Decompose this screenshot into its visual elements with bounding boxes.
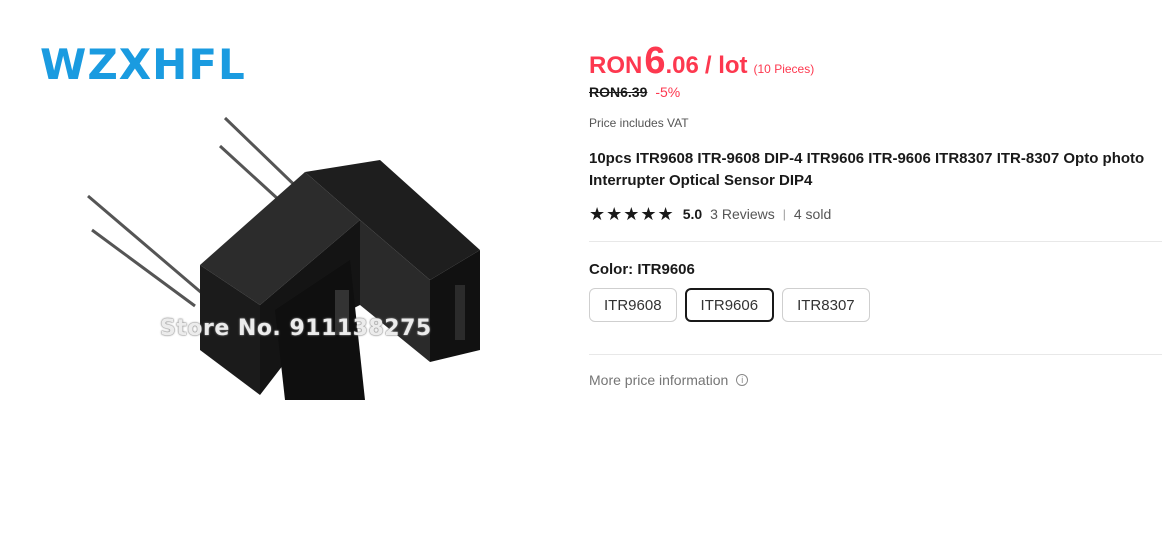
variant-label: Color: ITR9606 xyxy=(589,261,695,278)
sold-count: 4 sold xyxy=(793,206,832,222)
store-watermark: Store No. 911138275 xyxy=(160,316,432,341)
divider xyxy=(589,354,1162,355)
separator: | xyxy=(782,207,786,221)
product-title: 10pcs ITR9608 ITR-9608 DIP-4 ITR9606 ITR… xyxy=(589,150,1145,189)
original-price: RON6.39 xyxy=(589,84,648,100)
more-price-label: More price information xyxy=(589,372,729,388)
star-rating-icon: ★★★★★ xyxy=(589,203,675,224)
price-integer: 6 xyxy=(644,40,666,82)
variant-options: ITR9608 ITR9606 ITR8307 xyxy=(589,288,1162,322)
reviews-link[interactable]: 3 Reviews xyxy=(710,206,775,222)
product-photo xyxy=(87,116,480,400)
price: RON 6 .06 / lot (10 Pieces) xyxy=(589,40,1162,82)
brand-logo: WZXHFL xyxy=(40,40,246,89)
product-image-gallery[interactable]: WZXHFL Store No. 911138275 xyxy=(0,0,560,546)
product-info-panel: RON 6 .06 / lot (10 Pieces) RON6.39 -5% … xyxy=(589,40,1162,388)
rating-row: ★★★★★ 5.0 3 Reviews | 4 sold xyxy=(589,204,1162,224)
rating-value: 5.0 xyxy=(682,206,703,222)
original-price-row: RON6.39 -5% xyxy=(589,84,1162,100)
price-decimal: .06 xyxy=(665,52,699,79)
price-currency: RON xyxy=(589,52,643,79)
vat-note: Price includes VAT xyxy=(589,116,689,130)
more-price-info[interactable]: More price information i xyxy=(589,372,1162,388)
price-pieces: (10 Pieces) xyxy=(753,62,815,76)
variant-option-itr9608[interactable]: ITR9608 xyxy=(589,288,677,322)
price-unit: / lot xyxy=(704,52,748,79)
discount-badge: -5% xyxy=(655,84,681,100)
info-icon[interactable]: i xyxy=(736,374,749,386)
divider xyxy=(589,241,1162,242)
variant-option-itr8307[interactable]: ITR8307 xyxy=(782,288,870,322)
variant-option-itr9606[interactable]: ITR9606 xyxy=(684,288,775,322)
